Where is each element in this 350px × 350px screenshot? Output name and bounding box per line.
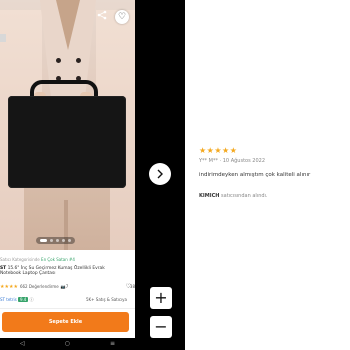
seller-score-badge: 9.4 [17, 297, 29, 302]
chevron-right-icon [157, 169, 163, 179]
seller-category: Satıcı Kategorisinde [0, 257, 40, 262]
next-image-button[interactable] [149, 163, 171, 185]
seller-row: Satıcı Kategorisinde En Çok Satan #4 [0, 257, 75, 263]
product-photo: ♡ [0, 0, 135, 250]
carousel-dot[interactable] [62, 239, 65, 242]
recents-icon[interactable]: ≡ [110, 340, 115, 347]
heart-icon: ♡ [117, 12, 127, 22]
carousel-dot[interactable] [50, 239, 53, 242]
favorite-button[interactable]: ♡ [115, 10, 129, 24]
product-name: 15.6" İnç Su Geçirmez Kumaş Özellikli Ev… [0, 266, 105, 277]
rating-row: ★★★★ 662 Değerlendirme 📷 7 ♡ 38 [0, 283, 135, 290]
back-icon[interactable]: ◁ [20, 340, 25, 347]
review-seller: KIMICH satıcısından alındı. [199, 193, 268, 199]
carousel-dot[interactable] [56, 239, 59, 242]
review-seller-name[interactable]: KIMICH [199, 193, 219, 199]
photo-review-count: 7 [65, 283, 69, 289]
product-title: ST 15.6" İnç Su Geçirmez Kumaş Özellikli… [0, 266, 120, 277]
review-text: indirimdeyken almıştım çok kaliteli alın… [199, 172, 311, 178]
rating-count[interactable]: 662 Değerlendirme [20, 284, 59, 290]
review-meta: Y** M** · 10 Ağustos 2022 [199, 158, 265, 164]
carousel-dot[interactable] [40, 239, 47, 242]
bestseller-badge: En Çok Satan #4 [41, 257, 75, 262]
coat-button [76, 58, 81, 63]
divider [0, 308, 135, 309]
info-icon: ⓘ [29, 297, 34, 302]
home-icon[interactable]: ○ [65, 340, 70, 347]
review-date: 10 Ağustos 2022 [222, 158, 266, 164]
review-author: Y** M** [199, 158, 218, 164]
coat-button [56, 58, 61, 63]
review-seller-suffix: satıcısından alındı. [221, 193, 268, 199]
carousel-indicator [36, 237, 75, 244]
product-info: Satıcı Kategorisinde En Çok Satan #4 ST … [0, 250, 135, 350]
rating-stars: ★★★★ [0, 284, 18, 290]
review-panel: ★★★★★ Y** M** · 10 Ağustos 2022 indirimd… [185, 0, 350, 350]
zoom-in-button[interactable]: + [150, 287, 172, 309]
android-nav-bar: ◁ ○ ≡ [0, 338, 135, 350]
review-viewer: ♡ Satıcı Kategorisinde En Çok Satan #4 S… [0, 0, 350, 350]
photo-actions: ♡ [95, 10, 129, 24]
seller-name[interactable]: ST tetris [0, 297, 17, 302]
edge-chip [0, 34, 6, 42]
share-icon[interactable] [95, 10, 109, 24]
product-screenshot: ♡ Satıcı Kategorisinde En Çok Satan #4 S… [0, 0, 135, 350]
add-to-cart-button[interactable]: Sepete Ekle [2, 312, 129, 332]
favorite-count: 38 [129, 284, 135, 289]
carousel-dot[interactable] [68, 239, 71, 242]
review-stars: ★★★★★ [199, 146, 238, 155]
zoom-out-button[interactable]: − [150, 316, 172, 338]
laptop-bag [8, 96, 126, 188]
sold-count[interactable]: 5K+ Satış & Satıcıya [86, 297, 127, 303]
seller-score-row: ST tetris 9.4 ⓘ 5K+ Satış & Satıcıya [0, 297, 132, 303]
